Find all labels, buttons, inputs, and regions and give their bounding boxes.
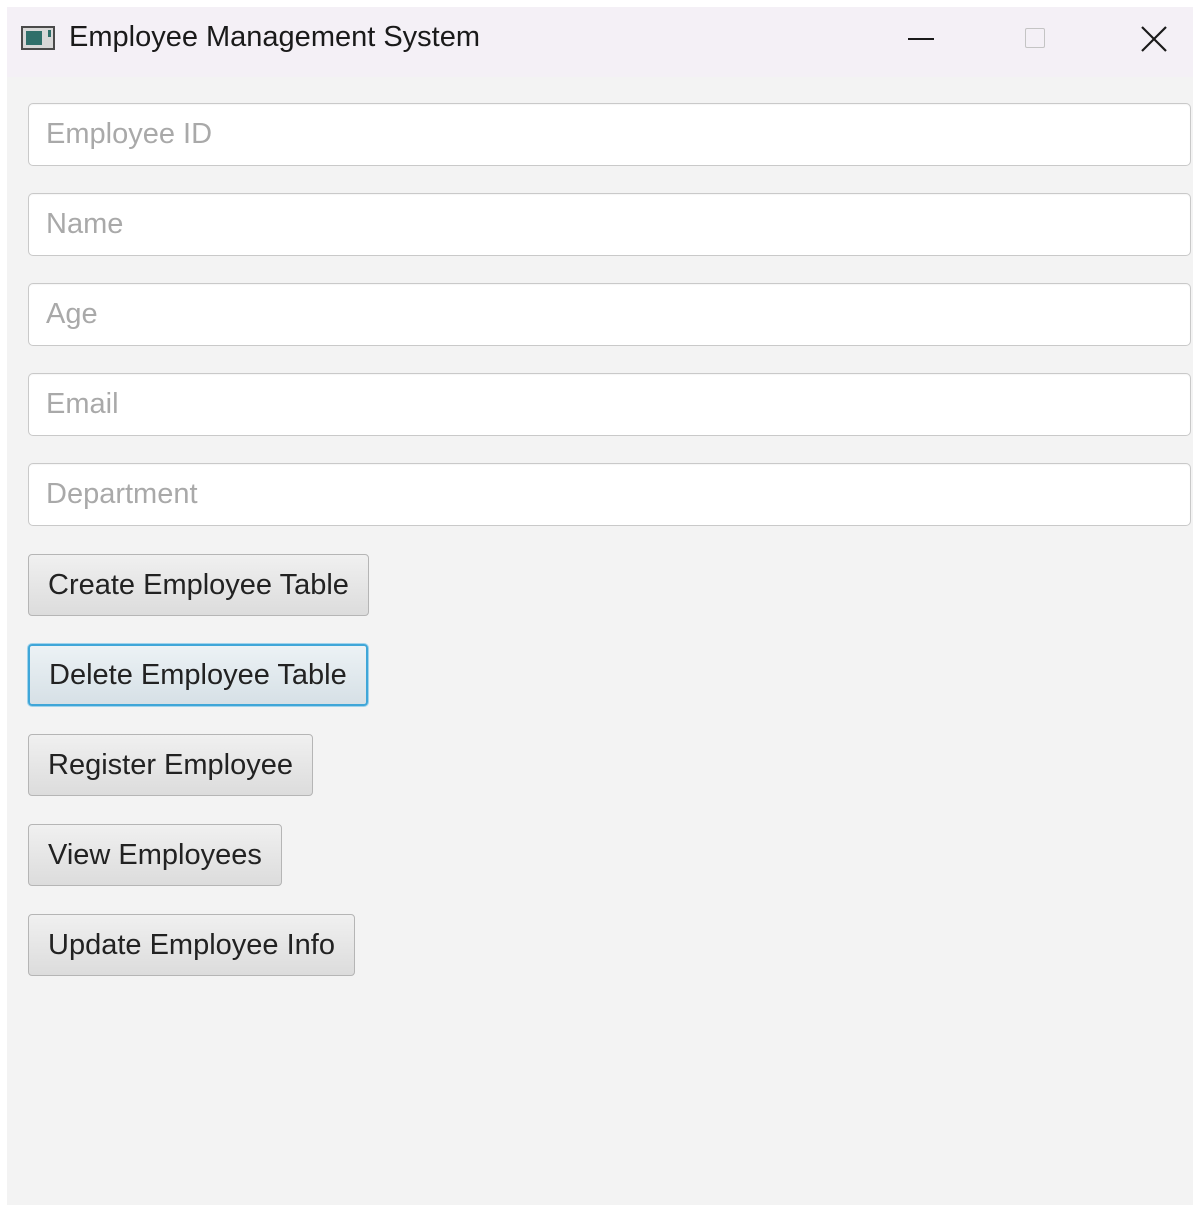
minimize-button[interactable] [867, 7, 977, 71]
maximize-button[interactable] [982, 7, 1092, 71]
delete-employee-table-button[interactable]: Delete Employee Table [28, 644, 368, 706]
register-employee-button[interactable]: Register Employee [28, 734, 313, 796]
app-window: Employee Management System Create Employ… [7, 7, 1193, 1205]
create-employee-table-button[interactable]: Create Employee Table [28, 554, 369, 616]
age-field[interactable] [28, 283, 1191, 346]
title-bar[interactable]: Employee Management System [7, 7, 1193, 77]
name-field[interactable] [28, 193, 1191, 256]
email-field[interactable] [28, 373, 1191, 436]
maximize-icon [1025, 28, 1045, 48]
employee-id-field[interactable] [28, 103, 1191, 166]
department-field[interactable] [28, 463, 1191, 526]
update-employee-info-button[interactable]: Update Employee Info [28, 914, 355, 976]
window-title: Employee Management System [69, 21, 481, 53]
java-app-icon [21, 26, 55, 50]
close-button[interactable] [1097, 7, 1193, 71]
close-icon [1141, 26, 1167, 52]
minimize-icon [908, 38, 934, 40]
view-employees-button[interactable]: View Employees [28, 824, 282, 886]
